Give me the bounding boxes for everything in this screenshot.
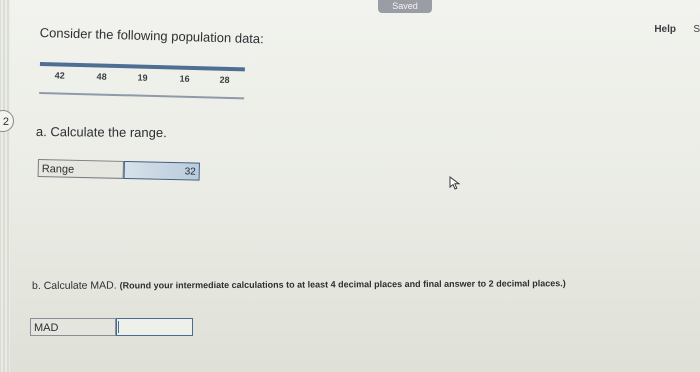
mad-answer-row: MAD xyxy=(30,318,193,338)
range-input[interactable]: 32 xyxy=(123,160,200,181)
population-data-table: 42 48 19 16 28 xyxy=(39,62,245,100)
data-cell: 48 xyxy=(96,71,107,82)
range-answer-row: Range 32 xyxy=(37,159,200,183)
saved-status-badge: Saved xyxy=(378,0,432,13)
data-cell: 42 xyxy=(54,70,65,81)
question-number-badge: 2 xyxy=(0,110,14,132)
mad-label: MAD xyxy=(30,318,116,336)
part-b-prompt: b. Calculate MAD. (Round your intermedia… xyxy=(32,277,566,292)
data-cell: 16 xyxy=(179,73,190,84)
data-cell: 28 xyxy=(219,74,230,85)
question-prompt: Consider the following population data: xyxy=(39,25,264,47)
part-b-question: b. Calculate MAD. xyxy=(32,279,117,292)
left-edge-strip xyxy=(0,0,10,372)
part-b-instruction: (Round your intermediate calculations to… xyxy=(119,278,566,291)
header-truncated-link[interactable]: S xyxy=(693,24,700,35)
mouse-pointer-icon xyxy=(449,176,461,190)
data-cell: 19 xyxy=(137,72,148,83)
help-link[interactable]: Help xyxy=(654,24,676,35)
part-a-prompt: a. Calculate the range. xyxy=(35,124,167,141)
mad-input[interactable] xyxy=(116,318,193,336)
range-label: Range xyxy=(37,159,124,179)
